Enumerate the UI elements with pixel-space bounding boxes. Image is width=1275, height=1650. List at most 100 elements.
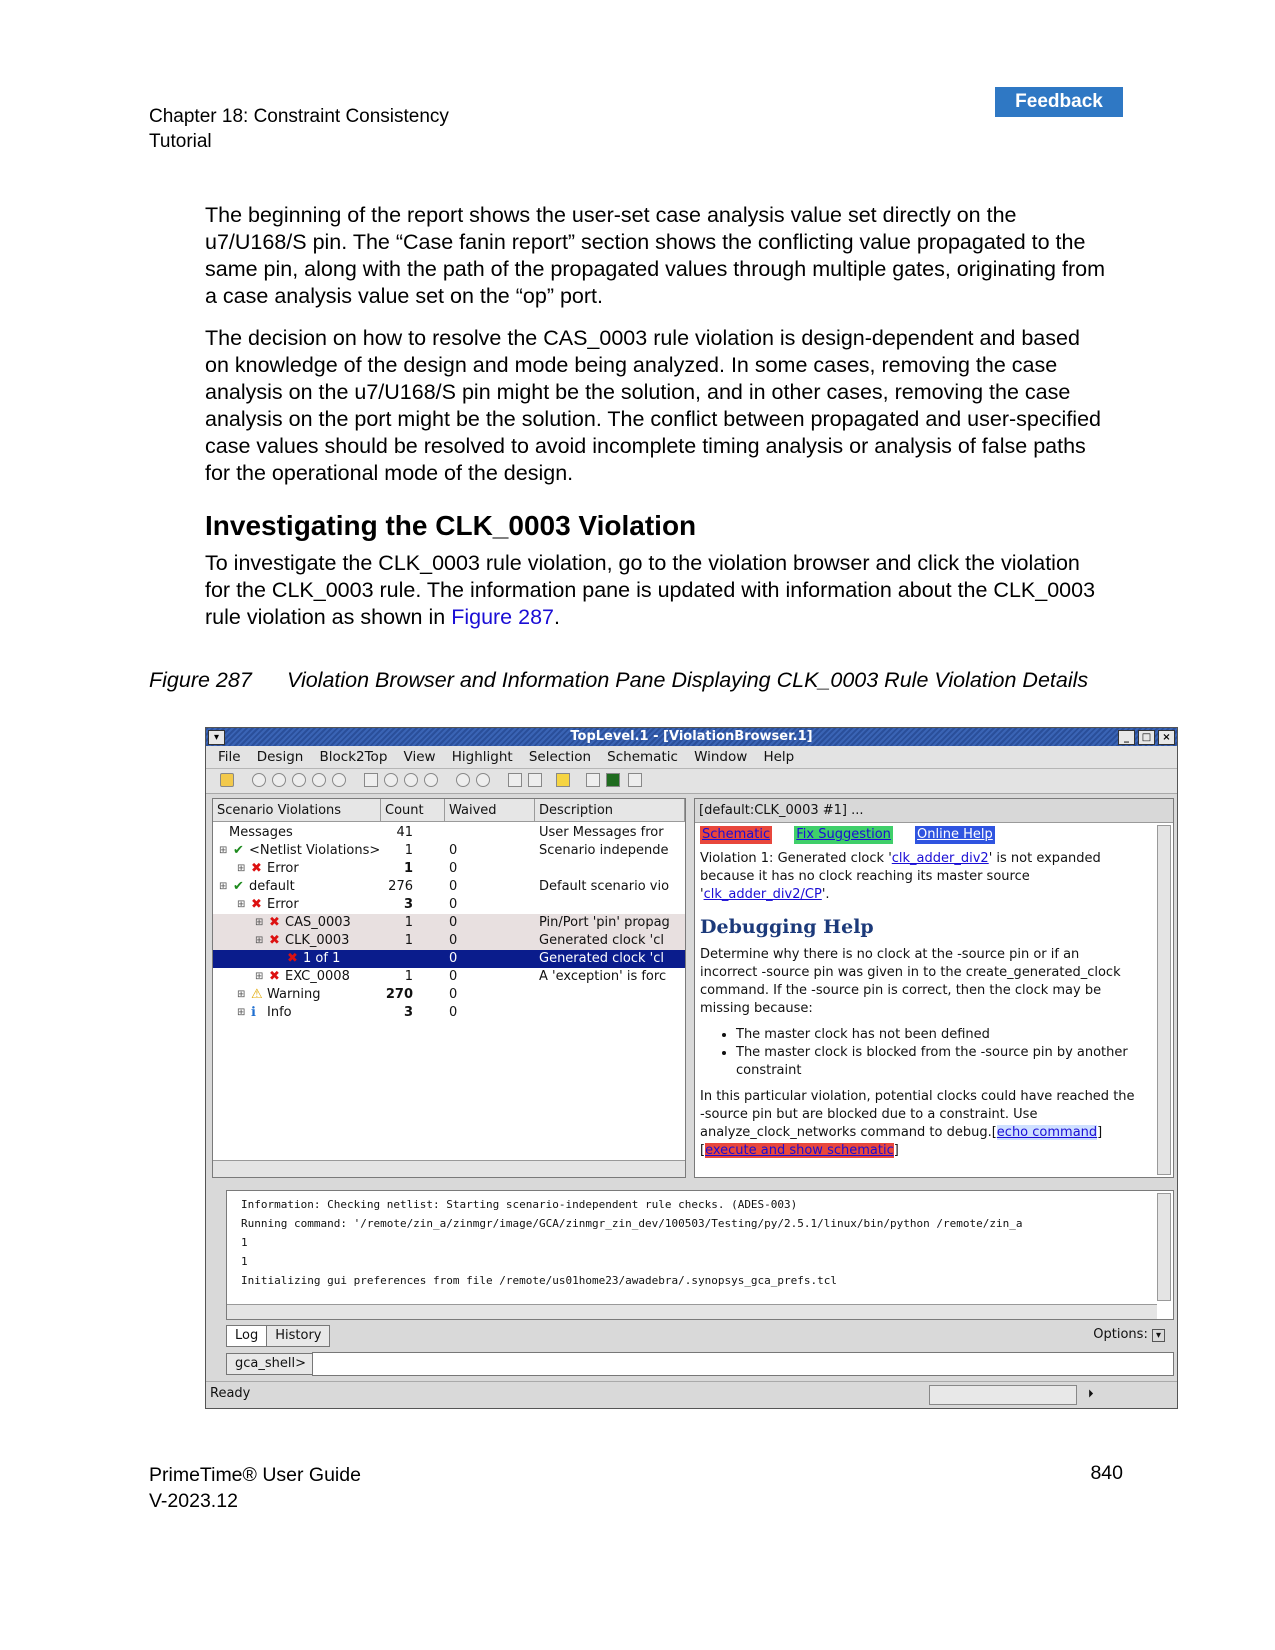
row-name: EXC_0008 [285, 969, 350, 984]
tree-row[interactable]: ⊞ ✔ default 276 0 Default scenario vio [213, 878, 685, 896]
tree-row[interactable]: ⊞ ✖ CLK_0003 1 0 Generated clock 'cl [213, 932, 685, 950]
tab-log[interactable]: Log [226, 1325, 268, 1347]
tree-row[interactable]: ⊞ ⚠ Warning 270 0 [213, 986, 685, 1004]
tab-history[interactable]: History [266, 1325, 331, 1347]
expander-icon[interactable]: ⊞ [255, 914, 263, 932]
menu-view[interactable]: View [404, 746, 436, 768]
toolbar [206, 769, 1177, 794]
zoom-fit-icon[interactable] [252, 773, 266, 787]
tree-row[interactable]: Messages 41 User Messages fror [213, 824, 685, 842]
tree-row[interactable]: ⊞ ℹ Info 3 0 [213, 1004, 685, 1022]
tree-row[interactable]: ⊞ ✖ Error 1 0 [213, 860, 685, 878]
tree-row[interactable]: ⊞ ✖ EXC_0008 1 0 A 'exception' is forc [213, 968, 685, 986]
tree-row[interactable]: ⊞ ✖ CAS_0003 1 0 Pin/Port 'pin' propag [213, 914, 685, 932]
expander-icon[interactable]: ⊞ [237, 860, 245, 878]
error-icon: ✖ [251, 897, 262, 912]
options-dropdown-icon[interactable]: ▾ [1151, 1329, 1165, 1342]
clock-link[interactable]: clk_adder_div2 [892, 851, 989, 866]
window-menu-icon[interactable]: ▾ [208, 730, 225, 745]
menu-help[interactable]: Help [763, 746, 794, 768]
status-bar: Ready ⏵ [206, 1381, 1177, 1405]
up-icon[interactable] [508, 773, 522, 787]
feedback-button[interactable]: Feedback [995, 87, 1123, 117]
expander-icon[interactable]: ⊞ [237, 1004, 245, 1022]
expander-icon[interactable]: ⊞ [255, 932, 263, 950]
row-count: 3 [403, 1005, 413, 1020]
tree-row[interactable]: ✖ 1 of 1 0 Generated clock 'cl [213, 950, 685, 968]
expander-icon[interactable]: ⊞ [237, 896, 245, 914]
log-vscrollbar[interactable] [1157, 1193, 1171, 1301]
debugging-help-title: Debugging Help [700, 916, 874, 938]
open-icon[interactable] [220, 773, 234, 787]
error-icon: ✖ [251, 861, 262, 876]
tree-row[interactable]: ⊞ ✖ Error 3 0 [213, 896, 685, 914]
maximize-icon[interactable]: □ [1138, 730, 1155, 745]
row-waived: 0 [449, 915, 458, 930]
zoom-full-icon[interactable] [332, 773, 346, 787]
command-input[interactable] [312, 1352, 1174, 1376]
page-header: Chapter 18: Constraint Consistency Tutor… [149, 104, 449, 154]
execute-schematic-link[interactable]: execute and show schematic [705, 1143, 894, 1158]
flag-icon[interactable] [556, 773, 570, 787]
shell-prompt[interactable]: gca_shell> [226, 1353, 315, 1375]
error-icon: ✖ [269, 933, 280, 948]
row-name: 1 of 1 [303, 951, 341, 966]
source-pin-link[interactable]: clk_adder_div2/CP [704, 887, 822, 902]
info-pane: [default:CLK_0003 #1] ... Schematic Fix … [694, 798, 1174, 1178]
row-waived: 0 [449, 933, 458, 948]
row-waived: 0 [449, 1005, 458, 1020]
status-text: Ready [210, 1386, 251, 1401]
tree-row[interactable]: ⊞ ✔ <Netlist Violations> 1 0 Scenario indepen… [213, 842, 685, 860]
tree-hscrollbar[interactable] [213, 1160, 685, 1177]
zoom-in-icon[interactable] [292, 773, 306, 787]
menu-block2top[interactable]: Block2Top [320, 746, 388, 768]
figure-number: Figure 287 [149, 668, 252, 692]
error-icon: ✖ [287, 951, 298, 966]
close-icon[interactable]: × [1158, 730, 1175, 745]
expander-icon[interactable]: ⊞ [237, 986, 245, 1004]
col-scenario-violations[interactable]: Scenario Violations [213, 799, 381, 822]
menu-schematic[interactable]: Schematic [607, 746, 678, 768]
history-back-icon[interactable] [456, 773, 470, 787]
figure-link[interactable]: Figure 287 [451, 605, 554, 629]
col-waived[interactable]: Waived [445, 799, 535, 822]
expander-icon[interactable]: ⊞ [219, 878, 227, 896]
history-forward-icon[interactable] [476, 773, 490, 787]
menu-design[interactable]: Design [257, 746, 304, 768]
log-hscrollbar[interactable] [227, 1304, 1157, 1319]
col-count[interactable]: Count [381, 799, 445, 822]
options-menu[interactable]: Options: ▾ [1093, 1325, 1165, 1346]
pan-icon[interactable] [424, 773, 438, 787]
echo-command-link[interactable]: echo command [996, 1125, 1098, 1140]
check-icon: ✔ [233, 843, 244, 858]
expander-icon[interactable]: ⊞ [219, 842, 227, 860]
fix-suggestion-link[interactable]: Fix Suggestion [794, 826, 893, 844]
row-description: Scenario independe [539, 843, 669, 858]
schematic-icon[interactable] [606, 773, 620, 787]
paragraph-3: To investigate the CLK_0003 rule violati… [205, 551, 1096, 629]
row-count: 1 [404, 915, 413, 930]
command-row: gca_shell> [226, 1352, 1174, 1376]
expander-icon[interactable]: ⊞ [255, 968, 263, 986]
check-icon: ✔ [233, 879, 244, 894]
zoom-out-icon[interactable] [312, 773, 326, 787]
magnify-out-icon[interactable] [404, 773, 418, 787]
menu-file[interactable]: File [218, 746, 241, 768]
info-vscrollbar[interactable] [1157, 825, 1171, 1175]
menu-selection[interactable]: Selection [529, 746, 591, 768]
down-icon[interactable] [528, 773, 542, 787]
zoom-area-icon[interactable] [272, 773, 286, 787]
guide-title: PrimeTime® User Guide [149, 1464, 361, 1486]
grid-icon[interactable] [586, 773, 600, 787]
error-icon: ✖ [269, 969, 280, 984]
online-help-link[interactable]: Online Help [915, 826, 995, 844]
minimize-icon[interactable]: _ [1118, 730, 1135, 745]
col-description[interactable]: Description [535, 799, 685, 822]
menu-highlight[interactable]: Highlight [452, 746, 513, 768]
magnify-in-icon[interactable] [384, 773, 398, 787]
schematic-link[interactable]: Schematic [700, 826, 773, 844]
select-icon[interactable] [364, 773, 378, 787]
print-icon[interactable] [628, 773, 642, 787]
menu-window[interactable]: Window [694, 746, 747, 768]
window-titlebar: ▾ TopLevel.1 - [ViolationBrowser.1] _ □ … [206, 728, 1177, 746]
